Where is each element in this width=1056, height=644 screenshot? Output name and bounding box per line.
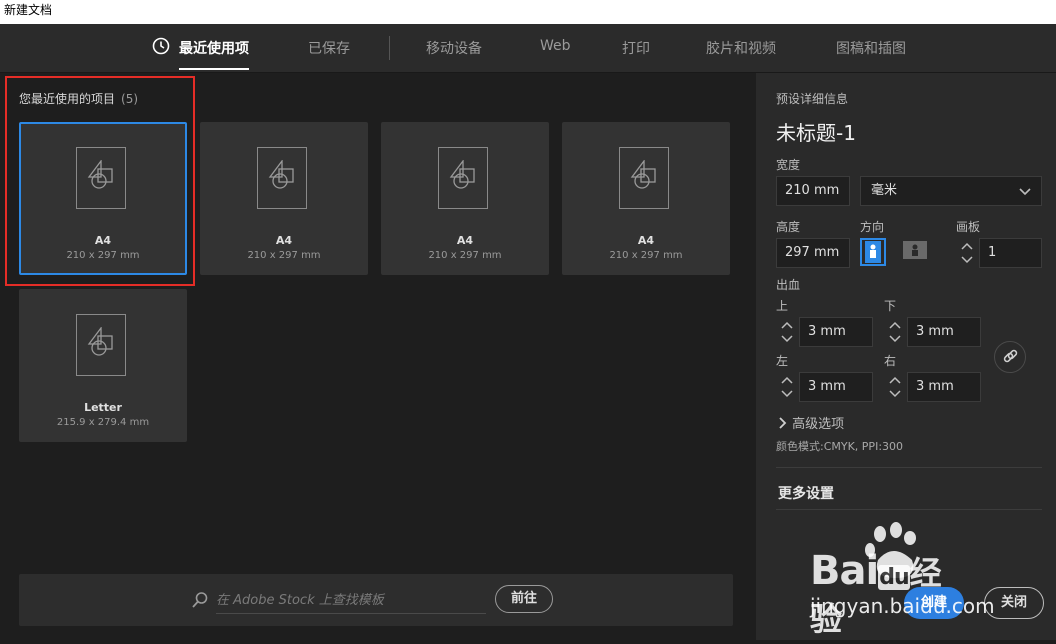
artboards-label: 画板 xyxy=(956,220,981,234)
stock-search-input[interactable] xyxy=(216,587,486,614)
tab-label: Web xyxy=(540,38,571,54)
link-bleed-button[interactable] xyxy=(994,341,1026,373)
width-label: 宽度 xyxy=(776,158,801,172)
tab-film-video[interactable]: 胶片和视频 xyxy=(706,38,776,58)
search-icon xyxy=(192,592,208,608)
artboards-stepper[interactable] xyxy=(956,238,978,268)
clock-icon xyxy=(152,37,170,55)
orientation-label: 方向 xyxy=(860,220,885,234)
stepper-arrows-icon xyxy=(781,376,793,398)
bleed-top-label: 上 xyxy=(776,299,789,313)
preset-card[interactable]: A4 210 x 297 mm xyxy=(562,122,730,275)
color-mode-info: 颜色模式:CMYK, PPI:300 xyxy=(776,440,904,453)
preset-name: Letter xyxy=(84,401,122,414)
divider xyxy=(776,467,1042,468)
document-icon xyxy=(76,314,126,376)
tab-print[interactable]: 打印 xyxy=(622,38,650,58)
tab-label: 最近使用项 xyxy=(179,41,249,57)
shapes-icon xyxy=(449,160,475,189)
active-tab-indicator xyxy=(179,68,249,70)
divider xyxy=(776,509,1042,510)
preset-card[interactable]: A4 210 x 297 mm xyxy=(200,122,368,275)
landscape-icon xyxy=(903,241,927,259)
chevron-right-icon xyxy=(779,417,787,429)
height-field[interactable]: 297 mm xyxy=(776,238,850,268)
bleed-bottom-field[interactable]: 3 mm xyxy=(907,317,981,347)
document-name[interactable]: 未标题-1 xyxy=(776,117,856,146)
preset-dimensions: 215.9 x 279.4 mm xyxy=(56,417,150,428)
preset-name: A4 xyxy=(456,234,474,247)
bleed-right-label: 右 xyxy=(884,354,897,368)
bleed-left-label: 左 xyxy=(776,354,789,368)
stepper-arrows-icon xyxy=(781,321,793,343)
bleed-right-field[interactable]: 3 mm xyxy=(907,372,981,402)
window-titlebar: 新建文档 xyxy=(0,0,1056,24)
bleed-right-stepper[interactable] xyxy=(884,372,906,402)
tab-divider xyxy=(389,36,390,60)
watermark-brand-part: du xyxy=(878,565,910,590)
tab-web[interactable]: Web xyxy=(540,38,571,54)
stepper-arrows-icon xyxy=(961,242,973,264)
tab-mobile[interactable]: 移动设备 xyxy=(426,38,482,58)
document-icon xyxy=(257,147,307,209)
width-field[interactable]: 210 mm xyxy=(776,176,850,206)
document-icon xyxy=(438,147,488,209)
go-button[interactable]: 前往 xyxy=(495,585,553,613)
shapes-icon xyxy=(87,327,113,356)
stepper-arrows-icon xyxy=(889,376,901,398)
tab-label: 打印 xyxy=(622,41,650,57)
watermark-url: jingyan.baidu.com xyxy=(810,594,995,618)
shapes-icon xyxy=(630,160,656,189)
artboards-field[interactable]: 1 xyxy=(979,238,1042,268)
preset-card[interactable]: Letter 215.9 x 279.4 mm xyxy=(19,289,187,442)
shapes-icon xyxy=(268,160,294,189)
bleed-label: 出血 xyxy=(776,278,801,292)
preset-name: A4 xyxy=(275,234,293,247)
portrait-icon xyxy=(865,241,881,263)
bleed-top-field[interactable]: 3 mm xyxy=(799,317,873,347)
window-title: 新建文档 xyxy=(4,3,53,17)
tab-label: 已保存 xyxy=(308,41,350,57)
unit-dropdown[interactable]: 毫米 xyxy=(860,176,1042,206)
unit-value: 毫米 xyxy=(871,183,898,198)
tab-label: 胶片和视频 xyxy=(706,41,776,57)
highlight-annotation-box xyxy=(5,76,195,286)
more-settings-link[interactable]: 更多设置 xyxy=(778,483,834,503)
preset-dimensions: 210 x 297 mm xyxy=(428,250,502,261)
tab-saved[interactable]: 已保存 xyxy=(308,38,350,58)
advanced-options-label: 高级选项 xyxy=(792,417,845,432)
preset-dimensions: 210 x 297 mm xyxy=(247,250,321,261)
stock-search-bar: 前往 xyxy=(19,574,733,626)
link-icon xyxy=(1003,349,1018,363)
tab-recent[interactable]: 最近使用项 xyxy=(152,37,249,70)
height-label: 高度 xyxy=(776,220,801,234)
portrait-orientation-button[interactable] xyxy=(860,238,886,266)
tab-label: 图稿和插图 xyxy=(836,41,906,57)
tab-label: 移动设备 xyxy=(426,41,482,57)
bleed-bottom-label: 下 xyxy=(884,299,897,313)
category-tab-bar: 最近使用项 已保存 移动设备 Web 打印 胶片和视频 图稿和插图 xyxy=(0,24,1056,73)
bleed-top-stepper[interactable] xyxy=(776,317,798,347)
bleed-left-field[interactable]: 3 mm xyxy=(799,372,873,402)
baidu-jingyan-watermark: Baidu经验 jingyan.baidu.com xyxy=(808,520,995,640)
landscape-orientation-button[interactable] xyxy=(902,238,928,266)
chevron-down-icon xyxy=(1019,188,1031,196)
preset-details-heading: 预设详细信息 xyxy=(776,92,849,106)
preset-name: A4 xyxy=(637,234,655,247)
tab-art-illustration[interactable]: 图稿和插图 xyxy=(836,38,906,58)
document-icon xyxy=(619,147,669,209)
advanced-options-toggle[interactable]: 高级选项 xyxy=(778,413,844,432)
preset-dimensions: 210 x 297 mm xyxy=(609,250,683,261)
preset-card[interactable]: A4 210 x 297 mm xyxy=(381,122,549,275)
bleed-bottom-stepper[interactable] xyxy=(884,317,906,347)
stepper-arrows-icon xyxy=(889,321,901,343)
watermark-brand-part: Bai xyxy=(810,548,879,594)
bleed-left-stepper[interactable] xyxy=(776,372,798,402)
